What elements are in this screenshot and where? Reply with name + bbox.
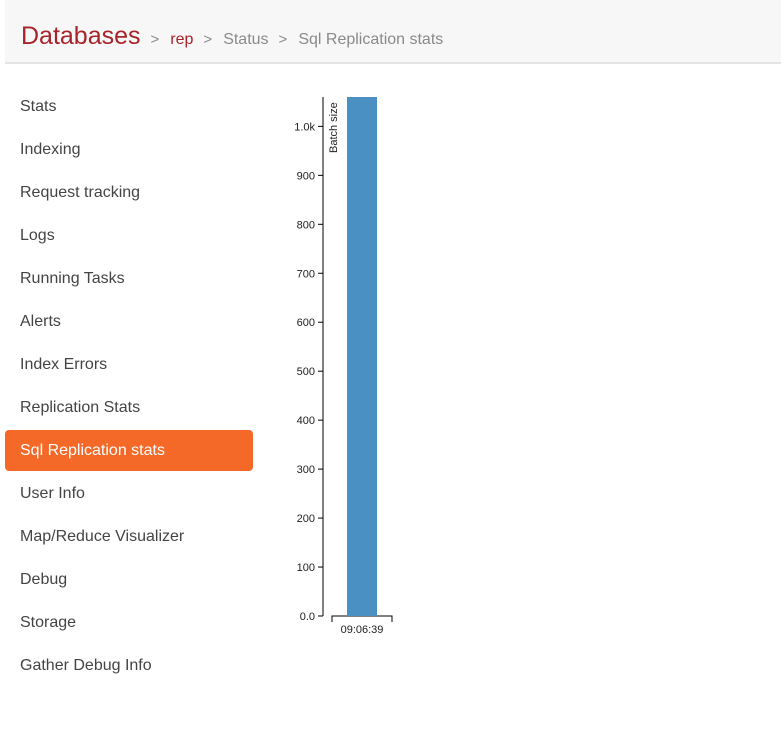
breadcrumb-separator: > [278,31,288,48]
y-tick-label: 0.0 [300,611,315,623]
breadcrumb: Databases > rep > Status > Sql Replicati… [21,22,443,51]
sidebar-item-stats[interactable]: Stats [5,86,253,127]
sidebar-item-gather-debug-info[interactable]: Gather Debug Info [5,645,253,686]
batch-size-chart: 0.0 100 200 300 400 500 600 700 800 900 1.0k Batch … [270,86,530,661]
y-tick-label: 900 [297,170,315,182]
bar[interactable] [347,97,377,616]
breadcrumb-separator: > [150,31,160,48]
breadcrumb-databases-link[interactable]: Databases [21,22,141,51]
sidebar-item-sql-replication-stats[interactable]: Sql Replication stats [5,430,253,471]
y-tick-label: 800 [297,219,315,231]
sidebar-item-alerts[interactable]: Alerts [5,301,253,342]
x-axis-line [331,615,393,622]
breadcrumb-current-page: Sql Replication stats [298,31,444,48]
sidebar-item-index-errors[interactable]: Index Errors [5,344,253,385]
y-tick-label: 1.0k [294,121,315,133]
sidebar-item-running-tasks[interactable]: Running Tasks [5,258,253,299]
sidebar-item-storage[interactable]: Storage [5,602,253,643]
breadcrumb-database-link[interactable]: rep [170,31,193,49]
page-header: Databases > rep > Status > Sql Replicati… [5,0,781,64]
breadcrumb-separator: > [203,31,213,48]
y-tick-label: 300 [297,464,315,476]
sidebar-nav: Stats Indexing Request tracking Logs Run… [5,86,253,688]
sidebar-item-debug[interactable]: Debug [5,559,253,600]
y-tick-label: 400 [297,415,315,427]
sidebar-item-map-reduce-visualizer[interactable]: Map/Reduce Visualizer [5,516,253,557]
y-tick-label: 100 [297,562,315,574]
y-tick-label: 500 [297,366,315,378]
y-axis-label: Batch size [328,102,340,153]
sidebar-item-request-tracking[interactable]: Request tracking [5,172,253,213]
y-tick-label: 200 [297,513,315,525]
sidebar-item-user-info[interactable]: User Info [5,473,253,514]
batch-size-chart-svg: 0.0 100 200 300 400 500 600 700 800 900 1.0k Batch … [294,97,393,636]
x-tick-label: 09:06:39 [341,624,384,636]
sidebar-item-replication-stats[interactable]: Replication Stats [5,387,253,428]
sidebar-item-logs[interactable]: Logs [5,215,253,256]
breadcrumb-status-link[interactable]: Status [223,31,268,49]
y-tick-label: 700 [297,268,315,280]
sidebar-item-indexing[interactable]: Indexing [5,129,253,170]
y-tick-label: 600 [297,317,315,329]
